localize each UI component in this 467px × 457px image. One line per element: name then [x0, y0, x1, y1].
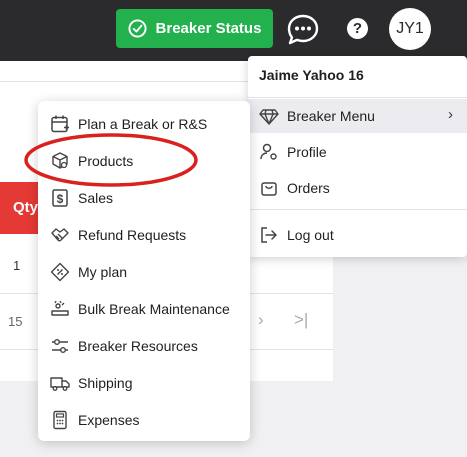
menu-item-refund-requests[interactable]: Refund Requests — [38, 217, 250, 253]
menu-item-label: Bulk Break Maintenance — [78, 301, 230, 317]
user-name: Jaime Yahoo 16 — [259, 67, 364, 83]
menu-item-products[interactable]: Products — [38, 143, 250, 179]
menu-item-label: Expenses — [78, 412, 140, 428]
menu-item-label: Profile — [287, 144, 327, 160]
menu-item-sales[interactable]: $ Sales — [38, 180, 250, 216]
breaker-submenu: Plan a Break or R&S Products $ Sales Ref… — [38, 101, 250, 441]
divider — [248, 209, 467, 210]
calculator-icon — [50, 410, 70, 430]
handshake-icon — [50, 225, 70, 245]
calendar-plus-icon — [50, 114, 70, 134]
box-search-icon — [50, 151, 70, 171]
menu-item-label: Refund Requests — [78, 227, 187, 243]
menu-item-breaker-menu[interactable]: Breaker Menu › — [248, 99, 467, 133]
check-circle-icon — [128, 19, 147, 38]
rows-per-page-value: 15 — [8, 314, 23, 329]
user-dropdown-menu: Jaime Yahoo 16 Breaker Menu › Profile Or… — [248, 56, 467, 257]
menu-item-label: Orders — [287, 180, 330, 196]
menu-item-label: Log out — [287, 227, 334, 243]
bulk-break-icon — [50, 299, 70, 319]
sliders-icon — [50, 336, 70, 356]
divider — [248, 97, 467, 98]
dollar-receipt-icon: $ — [50, 188, 70, 208]
menu-item-bulk-break-maintenance[interactable]: Bulk Break Maintenance — [38, 291, 250, 327]
svg-text:$: $ — [57, 192, 64, 206]
menu-item-my-plan[interactable]: My plan — [38, 254, 250, 290]
chevron-right-icon: › — [448, 106, 453, 123]
menu-item-label: Plan a Break or R&S — [78, 116, 208, 132]
breaker-status-button[interactable]: Breaker Status — [116, 9, 273, 48]
shopping-bag-icon — [259, 178, 279, 198]
menu-item-orders[interactable]: Orders — [248, 171, 467, 205]
menu-item-logout[interactable]: Log out — [248, 218, 467, 252]
user-avatar[interactable]: JY1 — [389, 8, 431, 50]
menu-item-expenses[interactable]: Expenses — [38, 402, 250, 438]
menu-item-label: Shipping — [78, 375, 133, 391]
pager-next-button[interactable]: › — [258, 310, 264, 330]
top-bar: Breaker Status ? JY1 — [0, 0, 467, 61]
menu-item-label: Breaker Resources — [78, 338, 198, 354]
percent-tag-icon — [50, 262, 70, 282]
menu-item-breaker-resources[interactable]: Breaker Resources — [38, 328, 250, 364]
truck-icon — [50, 373, 70, 393]
diamond-icon — [259, 106, 279, 126]
help-icon[interactable]: ? — [347, 18, 368, 39]
breaker-status-label: Breaker Status — [155, 20, 262, 37]
menu-item-label: Products — [78, 153, 134, 169]
menu-item-label: Sales — [78, 190, 114, 206]
menu-item-label: My plan — [78, 264, 128, 280]
logout-icon — [259, 225, 279, 245]
menu-item-label: Breaker Menu — [287, 108, 375, 124]
menu-item-profile[interactable]: Profile — [248, 135, 467, 169]
menu-item-shipping[interactable]: Shipping — [38, 365, 250, 401]
table-cell-qty: 1 — [13, 258, 21, 273]
chat-bubble-icon[interactable] — [286, 13, 320, 47]
pager-last-button[interactable]: >| — [294, 310, 308, 330]
menu-item-plan-break[interactable]: Plan a Break or R&S — [38, 106, 250, 142]
profile-settings-icon — [259, 142, 279, 162]
